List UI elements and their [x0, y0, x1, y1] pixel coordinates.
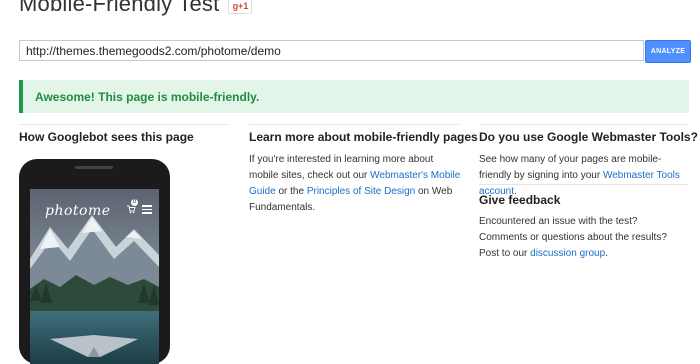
result-message: Awesome! This page is mobile-friendly. [35, 89, 260, 104]
webmaster-tools-title: Do you use Google Webmaster Tools? [479, 130, 698, 144]
result-banner: Awesome! This page is mobile-friendly. [19, 80, 689, 113]
give-feedback-title: Give feedback [479, 193, 561, 207]
learn-more-text-part: or the [275, 186, 307, 197]
cart-count-badge: 0 [131, 199, 138, 206]
analyze-button[interactable]: ANALYZE [645, 40, 691, 63]
feedback-text: Encountered an issue with the test? Comm… [479, 214, 684, 262]
learn-more-text: If you're interested in learning more ab… [249, 152, 464, 216]
page-header: Mobile-Friendly Test g+1 [19, 0, 253, 17]
page-title: Mobile-Friendly Test [19, 0, 220, 16]
divider-middle [249, 124, 459, 125]
phone-screen: photome 0 [30, 189, 159, 364]
menu-icon[interactable] [142, 205, 152, 214]
phone-preview: photome 0 [19, 159, 170, 364]
divider-right [479, 124, 689, 125]
google-plus-one-button[interactable]: g+1 [228, 0, 253, 14]
phone-earpiece [75, 166, 113, 169]
url-input[interactable] [19, 40, 644, 61]
learn-more-title: Learn more about mobile-friendly pages [249, 130, 478, 144]
divider-left [19, 124, 229, 125]
feedback-text-part: . [605, 248, 608, 259]
site-logo: photome [45, 203, 111, 219]
principles-of-site-design-link[interactable]: Principles of Site Design [307, 186, 415, 197]
discussion-group-link[interactable]: discussion group [530, 248, 605, 259]
googlebot-view-title: How Googlebot sees this page [19, 130, 194, 144]
